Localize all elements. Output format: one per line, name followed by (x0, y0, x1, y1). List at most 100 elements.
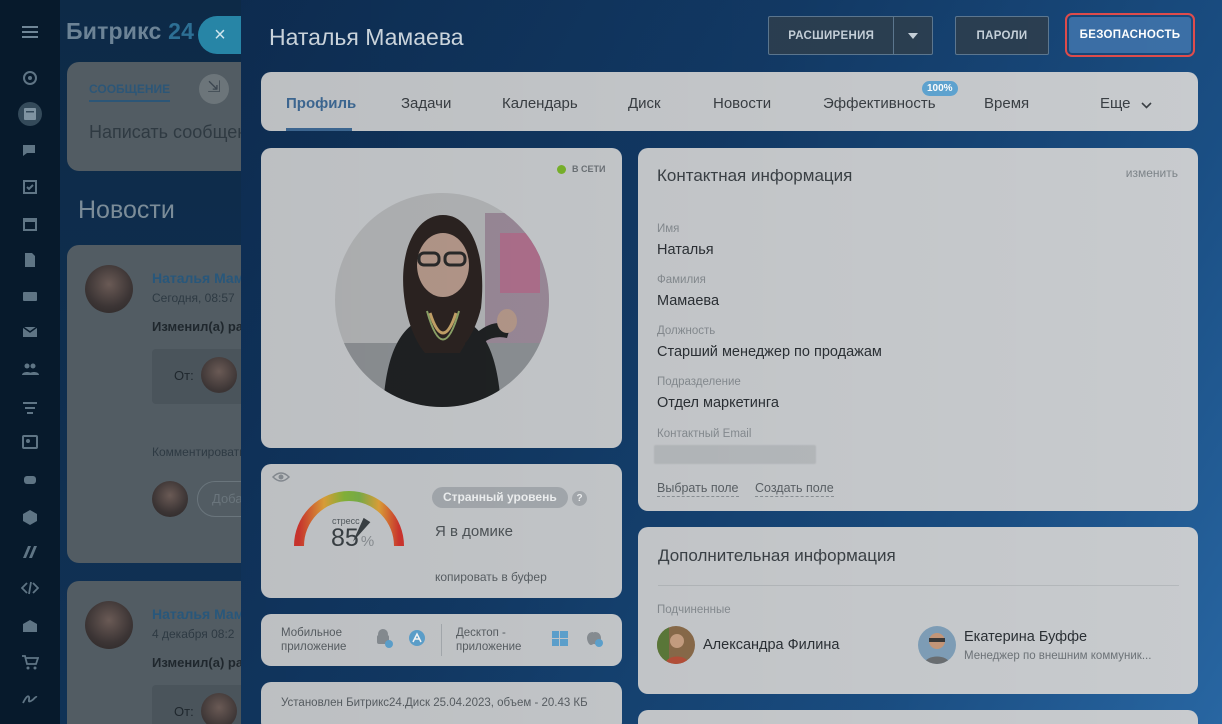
contact-info-card: Контактная информация изменить Имя Натал… (638, 148, 1198, 511)
apple-icon[interactable] (583, 626, 605, 648)
app-store-icon[interactable] (407, 628, 429, 650)
chevron-down-icon[interactable] (894, 32, 932, 39)
page-title: Наталья Мамаева (269, 24, 464, 50)
online-dot-icon (557, 164, 566, 174)
subordinates-label: Подчиненные (657, 604, 731, 616)
field-label: Имя (657, 223, 680, 235)
stress-status-text: Я в домике (435, 523, 513, 540)
signature-icon[interactable] (18, 686, 42, 710)
avatar[interactable] (85, 601, 133, 649)
tab-disk[interactable]: Диск (628, 95, 661, 112)
sites-icon[interactable] (18, 540, 42, 564)
post-date[interactable]: 4 декабря 08:2 (152, 627, 234, 641)
edit-link[interactable]: изменить (1126, 166, 1178, 180)
avatar[interactable] (918, 626, 956, 664)
field-first-name: Наталья (657, 242, 714, 258)
additional-info-card: Дополнительная информация Подчиненные Ал… (638, 527, 1198, 694)
drive-icon[interactable] (18, 284, 42, 308)
post-text: Изменил(а) ра (152, 655, 244, 670)
feed-post: Наталья Мамаева Сегодня, 08:57 Изменил(а… (67, 245, 260, 563)
composer-tab-message[interactable]: СООБЩЕНИЕ (89, 82, 171, 102)
calendar-icon[interactable] (18, 212, 42, 236)
passwords-button[interactable]: ПАРОЛИ (955, 16, 1049, 55)
copy-to-buffer-link[interactable]: копировать в буфер (435, 570, 547, 584)
code-icon[interactable] (18, 576, 42, 600)
post-text: Изменил(а) ра (152, 319, 244, 334)
additional-heading: Дополнительная информация (658, 546, 896, 565)
cart-icon[interactable] (18, 650, 42, 674)
installed-note: Установлен Битрикс24.Диск 25.04.2023, об… (281, 697, 588, 709)
desktop-app-label: Десктоп - приложение (456, 627, 522, 653)
document-icon[interactable] (18, 248, 42, 272)
tab-tasks[interactable]: Задачи (401, 95, 451, 112)
choose-field-link[interactable]: Выбрать поле (657, 481, 739, 497)
windows-icon[interactable] (550, 628, 572, 650)
tasks-icon[interactable] (18, 175, 42, 199)
tab-news[interactable]: Новости (713, 95, 771, 112)
news-title: Новости (78, 196, 175, 224)
avatar[interactable] (85, 265, 133, 313)
close-slider-button[interactable]: × (198, 16, 242, 54)
field-email-blurred[interactable] (654, 445, 816, 464)
subordinate-name[interactable]: Александра Филина (703, 637, 839, 653)
field-label: Фамилия (657, 274, 706, 286)
installed-card: Установлен Битрикс24.Диск 25.04.2023, об… (261, 682, 622, 724)
field-position: Старший менеджер по продажам (657, 344, 882, 360)
security-button-label: БЕЗОПАСНОСТЬ (1069, 17, 1191, 53)
tab-calendar[interactable]: Календарь (502, 95, 578, 112)
extensions-button[interactable]: РАСШИРЕНИЯ (768, 16, 933, 55)
subordinate-position: Менеджер по внешним коммуник... (964, 650, 1152, 662)
post-from-label: От: (174, 704, 194, 719)
composer-placeholder[interactable]: Написать сообщение (89, 122, 260, 143)
next-card (638, 710, 1198, 724)
robot-icon[interactable] (18, 467, 42, 491)
avatar[interactable] (201, 357, 237, 393)
security-button[interactable]: БЕЗОПАСНОСТЬ (1065, 13, 1195, 57)
field-label: Должность (657, 325, 716, 337)
box-icon[interactable] (18, 505, 42, 529)
employees-icon[interactable] (18, 357, 42, 381)
post-date[interactable]: Сегодня, 08:57 (152, 291, 235, 305)
field-label: Контактный Email (657, 428, 752, 440)
feed-icon[interactable] (18, 102, 42, 126)
apps-card: Мобильное приложение Десктоп - приложени… (261, 614, 622, 666)
mail-icon[interactable] (18, 320, 42, 344)
tab-profile[interactable]: Профиль (286, 95, 356, 112)
menu-icon[interactable] (18, 20, 42, 44)
close-icon: × (214, 23, 226, 46)
expand-icon[interactable]: ⇲ (199, 74, 229, 104)
funnel-icon[interactable] (18, 396, 42, 420)
tab-time[interactable]: Время (984, 95, 1029, 112)
create-field-link[interactable]: Создать поле (755, 481, 834, 497)
avatar[interactable] (657, 626, 695, 664)
stress-value: 85% (331, 524, 375, 552)
post-from-label: От: (174, 368, 194, 383)
field-department[interactable]: Отдел маркетинга (657, 395, 779, 411)
contact-heading: Контактная информация (657, 166, 853, 185)
profile-slider: Наталья Мамаева РАСШИРЕНИЯ ПАРОЛИ БЕЗОПА… (241, 0, 1222, 724)
efficiency-badge: 100% (922, 81, 958, 96)
subordinate-name[interactable]: Екатерина Буффе (964, 629, 1087, 645)
composer-card: СООБЩЕНИЕ ⇲ Написать сообщение (67, 62, 260, 171)
company-icon[interactable] (18, 614, 42, 638)
active-tab-indicator (286, 128, 352, 131)
avatar[interactable] (201, 693, 237, 724)
extensions-button-label: РАСШИРЕНИЯ (788, 29, 875, 42)
tab-efficiency[interactable]: Эффективность (823, 95, 936, 112)
tab-more[interactable]: Еще (1100, 95, 1152, 113)
help-icon[interactable]: ? (572, 491, 587, 506)
profile-tabs: Профиль Задачи Календарь Диск Новости Эф… (261, 72, 1198, 131)
android-icon[interactable] (373, 628, 395, 650)
ai-assistant-icon[interactable] (18, 66, 42, 90)
field-label: Подразделение (657, 376, 741, 388)
feed-post: Наталья Мамаева 4 декабря 08:2 Изменил(а… (67, 581, 260, 724)
comment-link[interactable]: Комментировать (152, 445, 245, 459)
contact-card-icon[interactable] (18, 430, 42, 454)
chat-icon[interactable] (18, 139, 42, 163)
chevron-down-icon (1141, 96, 1152, 113)
brand-logo[interactable]: Битрикс 24 (66, 18, 194, 45)
profile-photo[interactable] (335, 193, 549, 407)
stress-card: стресс 85% Странный уровень ? Я в домике… (261, 464, 622, 598)
eye-icon[interactable] (271, 470, 291, 488)
stress-level-badge[interactable]: Странный уровень (432, 487, 568, 508)
